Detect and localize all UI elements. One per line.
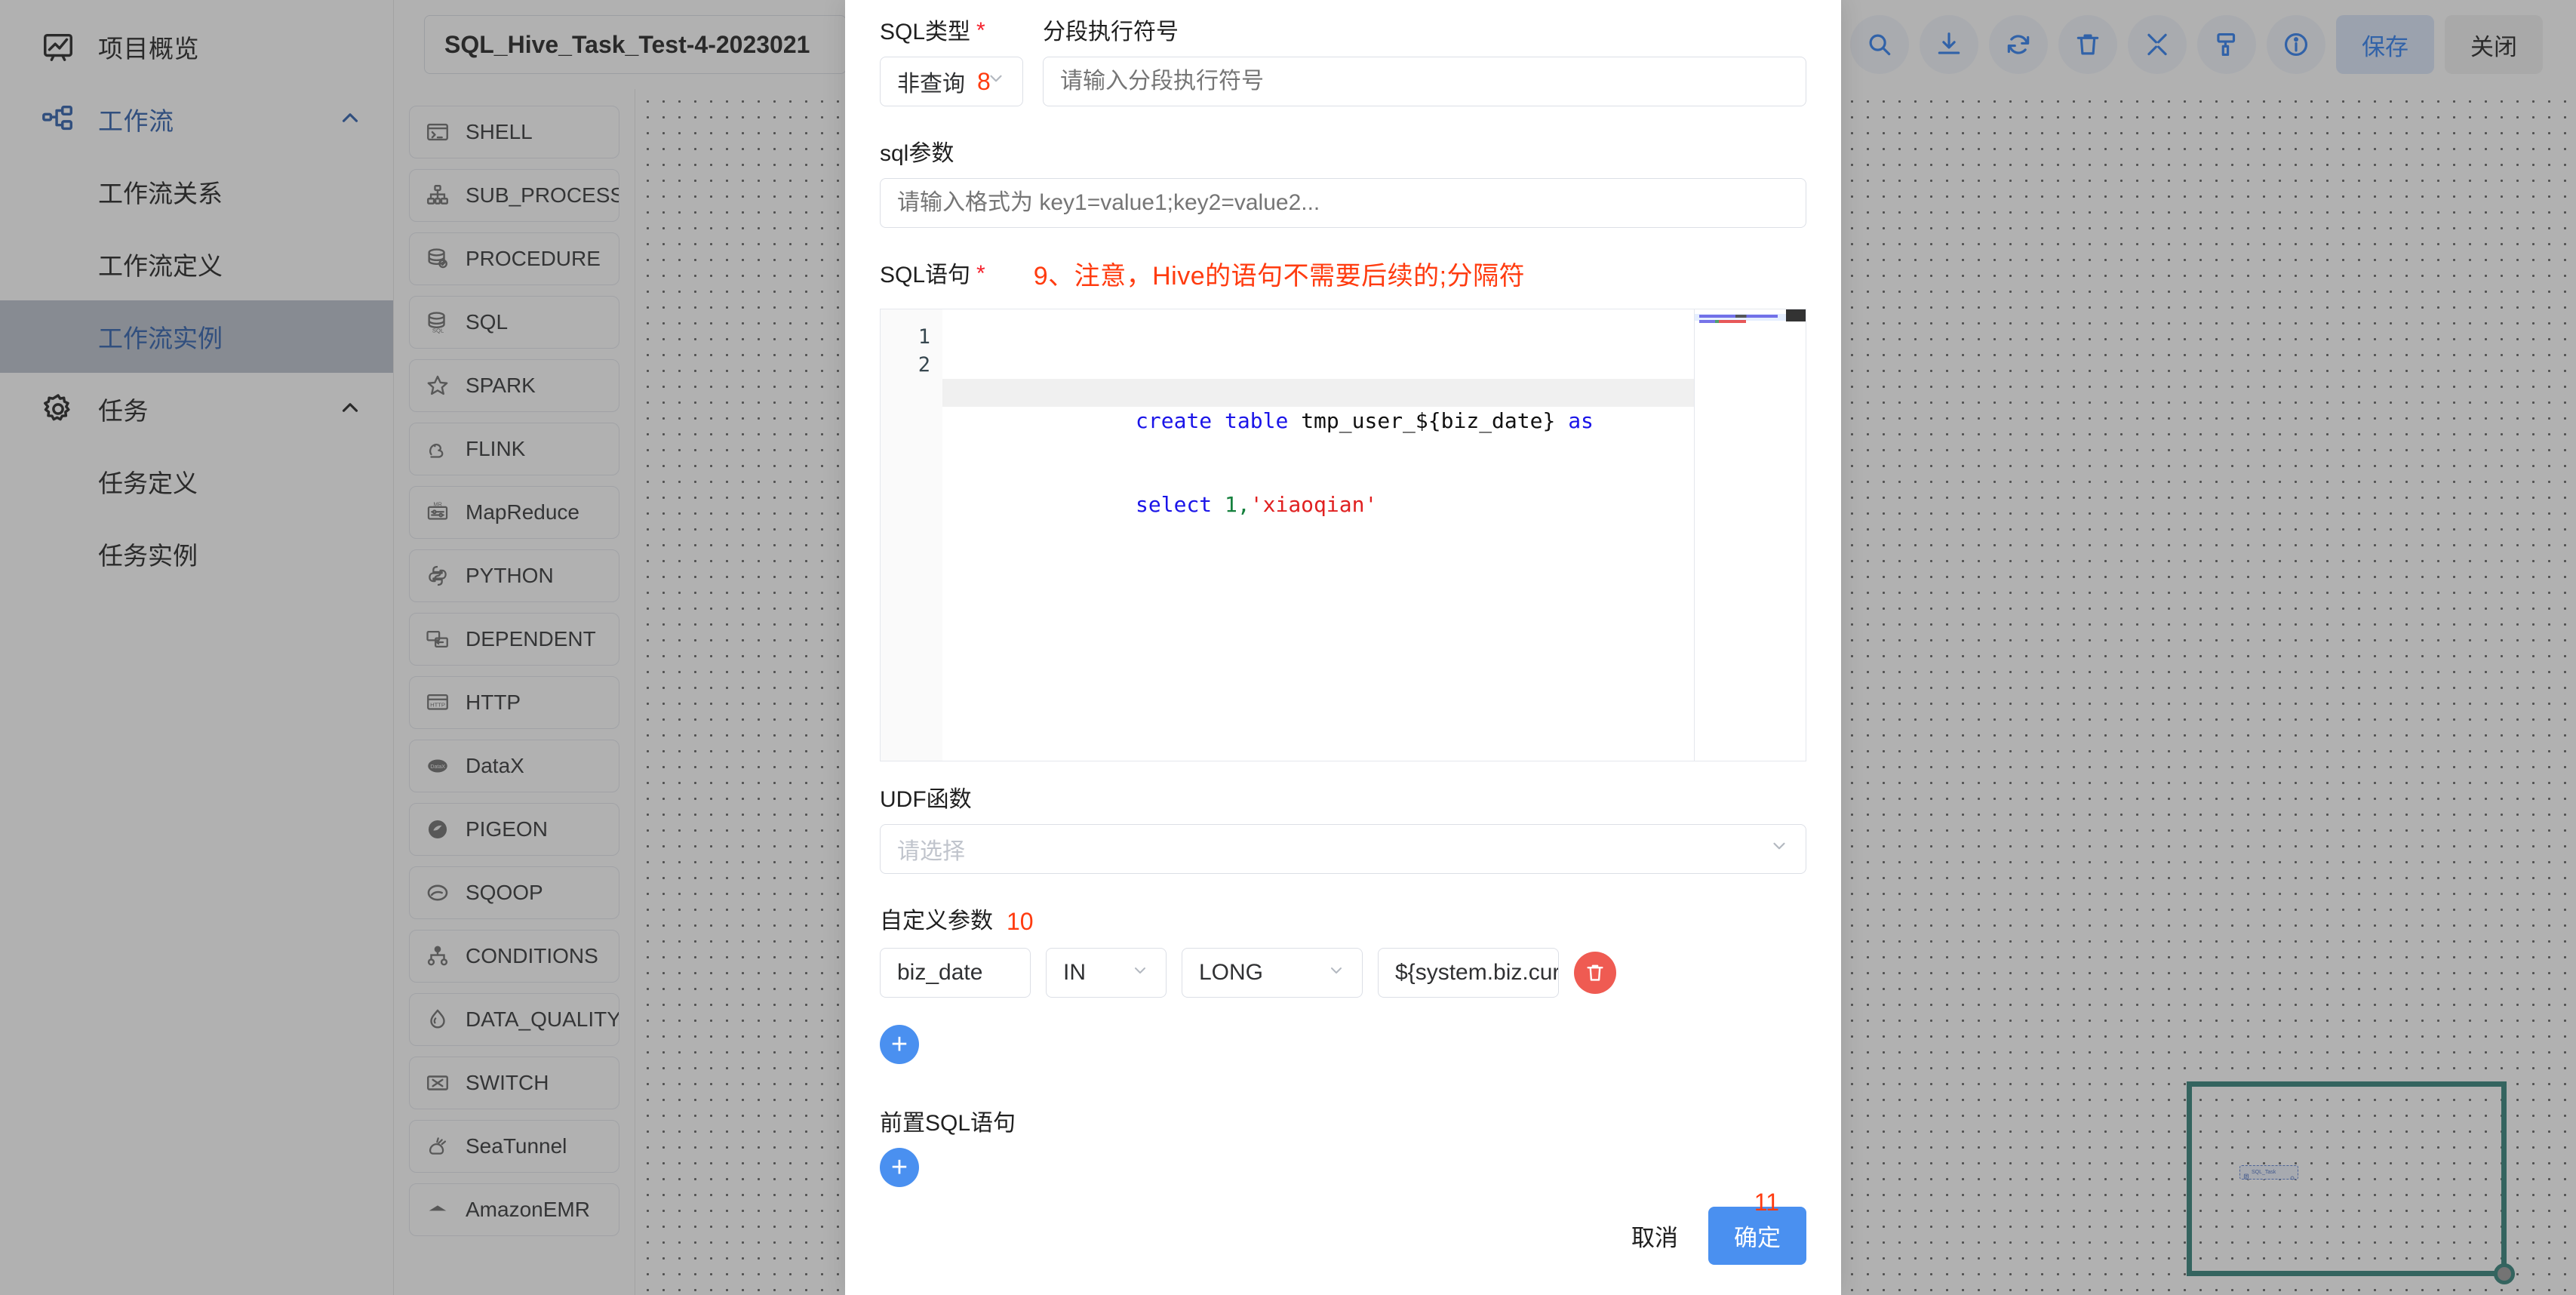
line-number: 2: [918, 353, 930, 377]
add-custom-param-wrap: [880, 1024, 1806, 1064]
chevron-down-icon: [1327, 960, 1345, 986]
udf-label-wrap: UDF函数: [880, 787, 1806, 812]
sql-type-label-wrap: SQL类型 *: [880, 20, 1023, 45]
add-custom-param-button[interactable]: [880, 1024, 919, 1064]
add-pre-sql-button[interactable]: [880, 1147, 919, 1187]
task-settings-dialog: SQL类型 * 非查询 8 分段执行符号 请输入分段执行符号 sql参数 请输入…: [845, 0, 1841, 1295]
annotation-9: 9、注意，Hive的语句不需要后续的;分隔符: [1033, 262, 1526, 291]
code-token: select: [1136, 492, 1225, 518]
sql-statement-label-wrap: SQL语句 * 9、注意，Hive的语句不需要后续的;分隔符: [880, 261, 1806, 291]
param-direction-select[interactable]: IN: [1046, 947, 1167, 998]
segment-symbol-label-wrap: 分段执行符号: [1043, 20, 1806, 45]
udf-select[interactable]: 请选择: [880, 824, 1806, 875]
screen-root: 项目概览 工作流 工作流关系 工作流定义 工作流实例 任务 任务定义 任务实例 …: [0, 0, 2576, 1295]
udf-placeholder: 请选择: [897, 839, 965, 865]
sql-type-field: SQL类型 * 非查询 8: [880, 20, 1023, 106]
code-token: create: [1136, 408, 1225, 434]
sql-type-value: 非查询: [897, 72, 965, 97]
chevron-down-icon: [1769, 836, 1789, 862]
pre-sql-field: 前置SQL语句: [880, 1111, 1806, 1187]
editor-minimap[interactable]: [1694, 309, 1786, 761]
line-number: 1: [918, 325, 930, 349]
segment-symbol-input[interactable]: [1043, 57, 1806, 106]
custom-params-label-wrap: 自定义参数 10: [880, 909, 1806, 935]
minimap-line: [1699, 315, 1778, 318]
dialog-body: SQL类型 * 非查询 8 分段执行符号 请输入分段执行符号 sql参数 请输入…: [845, 0, 1841, 1207]
udf-field: UDF函数 请选择: [880, 787, 1806, 875]
custom-params-field: 自定义参数 10 biz_date IN LONG ${system.biz.c…: [880, 909, 1806, 1064]
pre-sql-label: 前置SQL语句: [880, 1110, 1016, 1136]
param-type-value: LONG: [1199, 959, 1264, 985]
param-type-select[interactable]: LONG: [1182, 947, 1363, 998]
sql-statement-label: SQL语句: [880, 263, 971, 288]
custom-param-row: biz_date IN LONG ${system.biz.cur: [880, 947, 1806, 998]
editor-scrollbar-thumb[interactable]: [1786, 309, 1806, 322]
segment-symbol-field: 分段执行符号: [1043, 20, 1806, 106]
param-value-input[interactable]: ${system.biz.cur: [1378, 947, 1559, 998]
trash-icon[interactable]: [1574, 951, 1616, 994]
sql-params-label: sql参数: [880, 141, 954, 166]
sql-type-row: SQL类型 * 非查询 8 分段执行符号 请输入分段执行符号: [880, 20, 1806, 106]
param-name-input[interactable]: biz_date: [880, 947, 1031, 998]
code-token: 1: [1225, 492, 1237, 518]
chevron-down-icon: [1131, 960, 1149, 986]
minimap-line: [1699, 320, 1746, 324]
code-line-1: create table tmp_user_${biz_date} as: [942, 379, 1806, 433]
pre-sql-label-wrap: 前置SQL语句: [880, 1111, 1806, 1136]
sql-params-field: sql参数: [880, 141, 1806, 228]
code-token: table: [1225, 408, 1302, 434]
code-token: tmp_user_${biz_date}: [1301, 408, 1569, 434]
annotation-8: 8: [977, 67, 991, 95]
sql-params-input[interactable]: [880, 178, 1806, 228]
annotation-10: 10: [1007, 908, 1034, 936]
annotation-11: 11: [1754, 1189, 1779, 1216]
sql-params-label-wrap: sql参数: [880, 141, 1806, 166]
required-asterisk: *: [976, 18, 985, 43]
udf-label: UDF函数: [880, 787, 972, 813]
param-name-value: biz_date: [897, 959, 983, 985]
sql-type-select[interactable]: 非查询 8: [880, 57, 1023, 106]
sql-statement-field: SQL语句 * 9、注意，Hive的语句不需要后续的;分隔符 1 2 creat…: [880, 261, 1806, 762]
required-asterisk: *: [976, 261, 985, 286]
editor-scrollbar[interactable]: [1786, 309, 1806, 761]
dialog-footer: 11 取消 确定: [845, 1189, 1841, 1295]
segment-symbol-label: 分段执行符号: [1043, 20, 1179, 45]
code-line-2: select 1,'xiaoqian': [958, 463, 1806, 517]
custom-params-label: 自定义参数: [880, 909, 993, 934]
editor-code-area[interactable]: create table tmp_user_${biz_date} as sel…: [942, 309, 1806, 761]
editor-gutter: 1 2: [881, 309, 942, 761]
code-token: as: [1568, 408, 1594, 434]
code-token: 'xiaoqian': [1250, 492, 1378, 518]
sql-type-label: SQL类型: [880, 20, 971, 45]
param-value-text: ${system.biz.cur: [1395, 959, 1559, 985]
cancel-button[interactable]: 取消: [1624, 1210, 1686, 1262]
code-token: ,: [1237, 492, 1250, 518]
param-direction-value: IN: [1063, 959, 1086, 985]
sql-code-editor[interactable]: 1 2 create table tmp_user_${biz_date} as…: [880, 309, 1806, 762]
